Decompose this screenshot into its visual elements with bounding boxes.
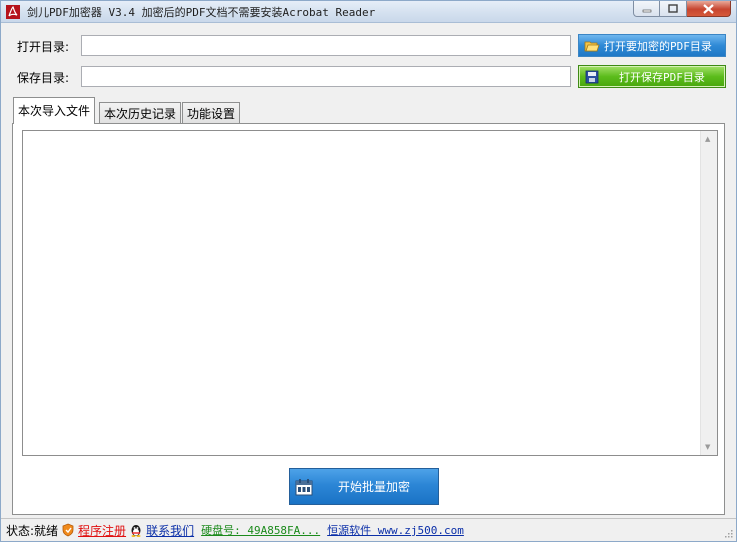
close-icon <box>703 3 714 14</box>
title-bar[interactable]: 剑儿PDF加密器 V3.4 加密后的PDF文档不需要安装Acrobat Read… <box>1 1 736 23</box>
window-title: 剑儿PDF加密器 V3.4 加密后的PDF文档不需要安装Acrobat Read… <box>27 6 376 19</box>
start-batch-encrypt-button[interactable]: 开始批量加密 <box>289 468 439 505</box>
contact-link[interactable]: 联系我们 <box>146 522 194 539</box>
status-text: 状态:就绪 <box>6 523 59 538</box>
tab-imported-files[interactable]: 本次导入文件 <box>13 97 96 124</box>
open-dir-label: 打开目录: <box>17 40 70 54</box>
caption-buttons <box>633 1 731 17</box>
shield-icon <box>62 523 74 537</box>
file-list[interactable]: ▲ ▼ <box>22 130 718 456</box>
tab-history[interactable]: 本次历史记录 <box>99 102 182 123</box>
open-save-dir-label: 打开保存PDF目录 <box>619 70 705 84</box>
register-link[interactable]: 程序注册 <box>78 522 126 539</box>
start-batch-encrypt-label: 开始批量加密 <box>338 480 411 494</box>
calendar-123-icon <box>295 478 313 495</box>
maximize-button[interactable] <box>660 1 687 17</box>
open-pdf-dir-label: 打开要加密的PDF目录 <box>604 39 712 53</box>
close-button[interactable] <box>687 1 731 17</box>
save-dir-label: 保存目录: <box>17 71 70 85</box>
tab-panel: ▲ ▼ 开始批量加密 <box>12 123 725 515</box>
qq-penguin-icon <box>131 525 141 537</box>
tab-imported-files-label: 本次导入文件 <box>18 104 91 118</box>
open-save-dir-button[interactable]: 打开保存PDF目录 <box>578 65 726 88</box>
open-dir-input[interactable] <box>81 35 571 56</box>
tab-history-label: 本次历史记录 <box>104 107 177 121</box>
vendor-link[interactable]: 恒源软件 www.zj500.com <box>327 522 464 538</box>
scroll-up-icon[interactable]: ▲ <box>705 135 710 143</box>
pdf-app-icon <box>6 5 20 19</box>
open-pdf-dir-button[interactable]: 打开要加密的PDF目录 <box>578 34 726 57</box>
save-dir-input[interactable] <box>81 66 571 87</box>
disk-id-text[interactable]: 硬盘号: 49A858FA... <box>201 522 320 538</box>
minimize-button[interactable] <box>633 1 660 17</box>
tab-settings[interactable]: 功能设置 <box>182 102 241 123</box>
resize-grip-icon[interactable] <box>723 528 733 538</box>
status-bar: 状态:就绪 程序注册 联系我们 硬盘号: 49A858FA... 恒源软件 ww… <box>1 518 736 541</box>
tab-settings-label: 功能设置 <box>187 107 236 121</box>
floppy-disk-icon <box>585 70 599 83</box>
scroll-down-icon[interactable]: ▼ <box>705 443 710 451</box>
vertical-scrollbar[interactable]: ▲ ▼ <box>700 131 717 455</box>
maximize-icon <box>668 4 678 13</box>
app-window: 剑儿PDF加密器 V3.4 加密后的PDF文档不需要安装Acrobat Read… <box>0 0 737 542</box>
folder-open-icon <box>584 41 600 51</box>
minimize-icon <box>642 9 651 12</box>
